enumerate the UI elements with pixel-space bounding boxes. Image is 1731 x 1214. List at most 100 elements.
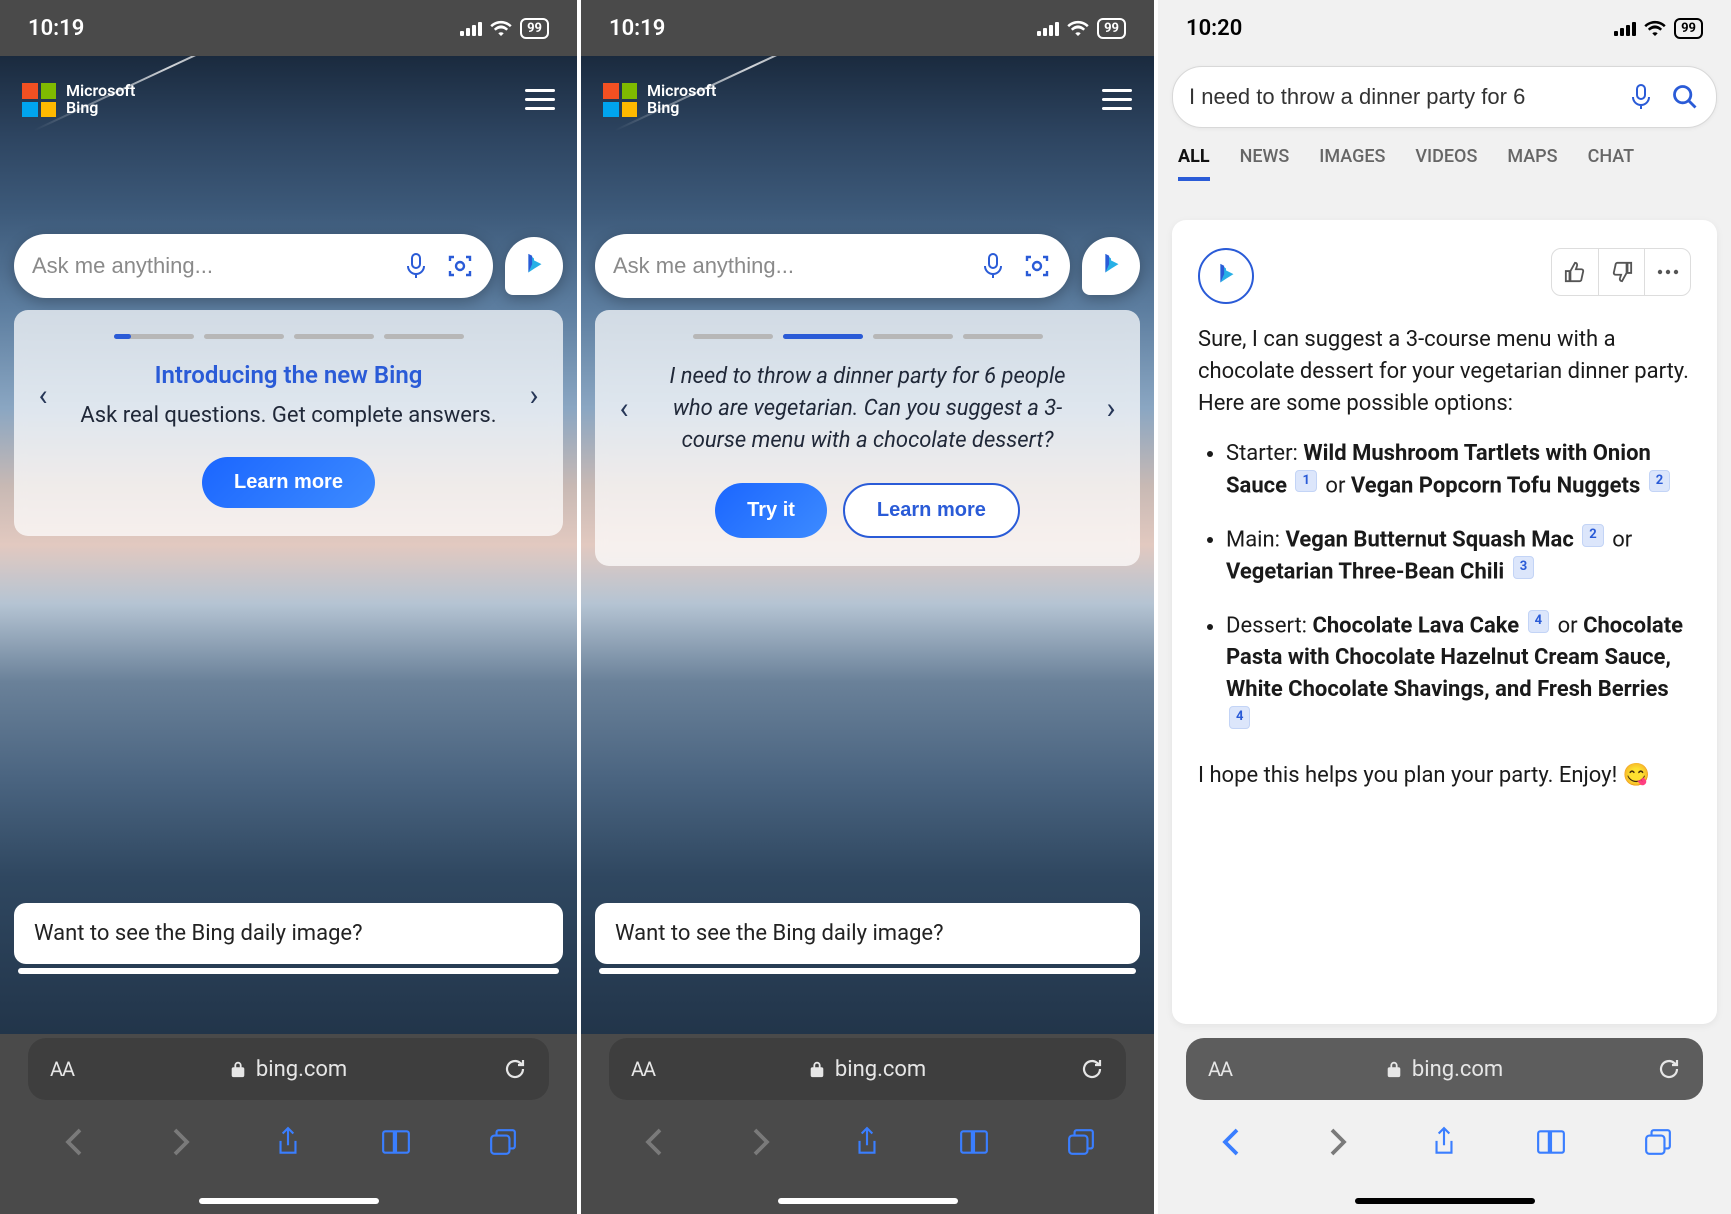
search-input[interactable] (32, 253, 387, 279)
mic-icon[interactable] (978, 251, 1008, 281)
tabs-button[interactable] (1638, 1122, 1678, 1162)
forward-button[interactable] (161, 1122, 201, 1162)
feedback-buttons (1551, 248, 1691, 296)
carousel-dot[interactable] (783, 334, 863, 339)
carousel-prev-icon[interactable]: ‹ (28, 378, 58, 413)
carousel-indicators (609, 334, 1126, 339)
bookmarks-button[interactable] (1531, 1122, 1571, 1162)
reload-icon[interactable] (1080, 1057, 1104, 1081)
status-time: 10:19 (28, 16, 84, 41)
address-bar[interactable]: AA bing.com (1186, 1038, 1703, 1100)
daily-image-prompt[interactable]: Want to see the Bing daily image? (595, 903, 1140, 964)
bing-chat-button[interactable] (1082, 237, 1140, 295)
camera-scan-icon[interactable] (445, 251, 475, 281)
home-indicator[interactable] (778, 1198, 958, 1204)
microsoft-bing-logo[interactable]: MicrosoftBing (603, 83, 716, 117)
forward-button[interactable] (741, 1122, 781, 1162)
try-it-button[interactable]: Try it (715, 483, 827, 538)
citation-badge[interactable]: 2 (1649, 470, 1670, 493)
response-item: Main: Vegan Butternut Squash Mac 2 or Ve… (1226, 524, 1691, 588)
card-subtitle: Ask real questions. Get complete answers… (70, 401, 507, 431)
carousel-dot[interactable] (114, 334, 194, 339)
citation-badge[interactable]: 2 (1582, 524, 1603, 547)
carousel-next-icon[interactable]: › (519, 378, 549, 413)
bing-chat-avatar-icon (1198, 248, 1254, 304)
response-body: Sure, I can suggest a 3-course menu with… (1198, 324, 1691, 792)
share-button[interactable] (847, 1122, 887, 1162)
carousel-prev-icon[interactable]: ‹ (609, 391, 639, 426)
tabs-button[interactable] (1061, 1122, 1101, 1162)
citation-badge[interactable]: 4 (1229, 706, 1250, 729)
response-outro: I hope this helps you plan your party. E… (1198, 760, 1691, 792)
carousel-dot[interactable] (873, 334, 953, 339)
tab-chat[interactable]: CHAT (1588, 146, 1634, 181)
citation-badge[interactable]: 4 (1528, 610, 1549, 633)
microsoft-bing-logo[interactable]: MicrosoftBing (22, 83, 135, 117)
carousel-dot[interactable] (294, 334, 374, 339)
lock-icon (1386, 1060, 1402, 1078)
reload-icon[interactable] (1657, 1057, 1681, 1081)
carousel-dot[interactable] (204, 334, 284, 339)
search-input[interactable] (1189, 84, 1612, 110)
search-pill[interactable] (14, 234, 493, 298)
text-size-button[interactable]: AA (50, 1057, 74, 1081)
bing-header: MicrosoftBing (0, 70, 577, 130)
back-button[interactable] (1211, 1122, 1251, 1162)
daily-image-prompt[interactable]: Want to see the Bing daily image? (14, 903, 563, 964)
tab-all[interactable]: ALL (1178, 146, 1210, 181)
forward-button[interactable] (1318, 1122, 1358, 1162)
search-pill[interactable] (595, 234, 1070, 298)
more-options-button[interactable] (1644, 249, 1690, 295)
battery-icon: 99 (1097, 18, 1126, 39)
citation-badge[interactable]: 1 (1295, 470, 1316, 493)
learn-more-button[interactable]: Learn more (202, 457, 375, 508)
citation-badge[interactable]: 3 (1513, 556, 1534, 579)
reload-icon[interactable] (503, 1057, 527, 1081)
thumbs-up-button[interactable] (1552, 249, 1598, 295)
wifi-icon (1067, 20, 1089, 36)
home-indicator[interactable] (1355, 1198, 1535, 1204)
back-button[interactable] (54, 1122, 94, 1162)
text-size-button[interactable]: AA (1208, 1057, 1232, 1081)
battery-icon: 99 (1674, 18, 1703, 39)
bing-chat-button[interactable] (505, 237, 563, 295)
result-tabs: ALL NEWS IMAGES VIDEOS MAPS CHAT (1172, 128, 1717, 181)
carousel-dot[interactable] (384, 334, 464, 339)
address-bar[interactable]: AA bing.com (28, 1038, 549, 1100)
camera-scan-icon[interactable] (1022, 251, 1052, 281)
learn-more-button[interactable]: Learn more (843, 483, 1020, 538)
status-time: 10:20 (1186, 16, 1242, 41)
tab-news[interactable]: NEWS (1240, 146, 1290, 181)
lock-icon (809, 1060, 825, 1078)
tab-videos[interactable]: VIDEOS (1415, 146, 1477, 181)
share-button[interactable] (1424, 1122, 1464, 1162)
menu-button[interactable] (525, 89, 555, 111)
wifi-icon (490, 20, 512, 36)
menu-button[interactable] (1102, 89, 1132, 111)
text-size-button[interactable]: AA (631, 1057, 655, 1081)
search-input[interactable] (613, 253, 964, 279)
address-bar[interactable]: AA bing.com (609, 1038, 1126, 1100)
mic-icon[interactable] (1626, 82, 1656, 112)
bookmarks-button[interactable] (376, 1122, 416, 1162)
intro-card: ‹ Introducing the new Bing Ask real ques… (14, 310, 563, 536)
carousel-dot[interactable] (963, 334, 1043, 339)
carousel-dot[interactable] (693, 334, 773, 339)
search-icon[interactable] (1670, 82, 1700, 112)
thumbs-down-button[interactable] (1598, 249, 1644, 295)
bookmarks-button[interactable] (954, 1122, 994, 1162)
search-box[interactable] (1172, 66, 1717, 128)
home-indicator[interactable] (199, 1198, 379, 1204)
tab-maps[interactable]: MAPS (1507, 146, 1557, 181)
status-time: 10:19 (609, 16, 665, 41)
brand-text: MicrosoftBing (647, 83, 716, 117)
carousel-next-icon[interactable]: › (1096, 391, 1126, 426)
carousel-indicators (28, 334, 549, 339)
back-button[interactable] (634, 1122, 674, 1162)
tabs-button[interactable] (483, 1122, 523, 1162)
status-icons: 99 (1037, 18, 1126, 39)
share-button[interactable] (268, 1122, 308, 1162)
tab-images[interactable]: IMAGES (1319, 146, 1385, 181)
mic-icon[interactable] (401, 251, 431, 281)
response-intro: Sure, I can suggest a 3-course menu with… (1198, 324, 1691, 420)
